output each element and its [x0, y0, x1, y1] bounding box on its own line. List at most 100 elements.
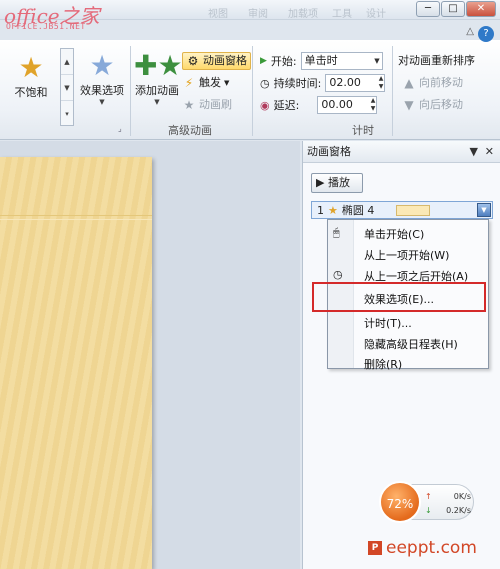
delay-row: ◉ 延迟: 00.00 ▲ ▼ [260, 96, 378, 114]
arrow-up-icon: ▲ [404, 76, 414, 90]
dialog-launcher-icon[interactable]: ⌟ [118, 124, 122, 133]
gallery-scroll[interactable]: ▲ ▼ ▾ [60, 48, 74, 126]
minimize-button[interactable]: ─ [416, 1, 440, 17]
group-separator [130, 46, 131, 136]
animation-painter-label: 动画刷 [199, 98, 232, 111]
upload-speed: 0K/s [453, 492, 471, 501]
start-select[interactable]: 单击时 ▼ [300, 52, 383, 70]
blue-star-icon: ★ [89, 49, 115, 82]
arrow-down-icon: ↓ [425, 506, 432, 515]
restore-button[interactable]: □ [441, 1, 465, 17]
animation-pane-icon: ⚙ [187, 54, 199, 68]
group-separator [392, 46, 393, 136]
menu-faint-0: 视图 [208, 9, 228, 20]
pane-close-icon[interactable]: ✕ [485, 141, 494, 163]
chevron-down-icon: ▼ [374, 57, 380, 65]
upload-row: ↑ 0K/s [425, 492, 471, 501]
animation-pane-label: 动画窗格 [203, 54, 247, 67]
item-index: 1 [317, 203, 324, 217]
play-label: 播放 [327, 176, 350, 189]
move-later-label: 向后移动 [419, 98, 463, 111]
duration-spinner[interactable]: 02.00 ▲ ▼ [325, 74, 386, 92]
play-button[interactable]: ▶ 播放 [311, 173, 363, 193]
timeline-bar [396, 204, 431, 216]
footer-url: eeppt.com [386, 538, 477, 558]
menu-item-hide-timeline[interactable]: 隐藏高级日程表(H) [364, 336, 458, 352]
animation-pane-button[interactable]: ⚙ 动画窗格 [182, 52, 251, 70]
move-earlier-button[interactable]: ▲ 向前移动 [402, 74, 463, 92]
start-row: ▶ 开始: 单击时 ▼ [260, 52, 383, 70]
clock-icon: ◷ [260, 76, 270, 90]
watermark-url: OFFICE.JB51.NET [6, 22, 86, 31]
move-later-button[interactable]: ▼ 向后移动 [402, 96, 463, 114]
menu-faint-3: 工具 [332, 9, 352, 20]
chevron-down-icon: ▼ [224, 79, 230, 87]
chevron-down-icon: ▼ [154, 98, 160, 106]
item-dropdown-icon[interactable]: ▼ [477, 203, 491, 217]
menu-faint-4: 设计 [366, 9, 386, 20]
add-animation-label: 添加动画 [135, 84, 179, 97]
play-triangle-icon: ▶ [260, 56, 267, 66]
ribbon: ★ 不饱和 ▲ ▼ ▾ ★ 效果选项 ▼ ⌟ ✚★ 添加动画 ▼ ⚙ 动画窗格 … [0, 40, 500, 140]
pane-title-bar: 动画窗格 ▼ ✕ [303, 141, 500, 163]
download-row: ↓ 0.2K/s [425, 506, 471, 515]
scroll-up-icon[interactable]: ▲ [61, 49, 73, 75]
usage-percent: 72% [379, 481, 421, 523]
slide-divider [0, 215, 152, 216]
slide-canvas[interactable] [0, 157, 152, 569]
slide-divider [0, 219, 152, 220]
spinner-arrows-icon[interactable]: ▲ ▼ [379, 75, 384, 91]
add-animation-button[interactable]: ✚★ 添加动画 ▼ [134, 49, 183, 107]
help-icon[interactable]: ? [478, 26, 494, 42]
menu-faint-1: 审阅 [248, 9, 268, 20]
download-speed: 0.2K/s [446, 506, 471, 515]
group-label-advanced: 高级动画 [168, 124, 212, 137]
item-name: 椭圆 4 [341, 204, 375, 217]
menu-item-with-previous[interactable]: 从上一项开始(W) [364, 247, 449, 263]
delay-label: 延迟: [273, 99, 300, 112]
duration-value: 02.00 [329, 76, 361, 89]
menu-item-remove[interactable]: 删除(R) [364, 356, 402, 372]
arrow-down-icon: ▼ [404, 98, 414, 112]
menu-item-on-click[interactable]: 单击开始(C) [364, 226, 424, 242]
chevron-down-icon: ▼ [99, 98, 105, 106]
network-meter[interactable]: 72% ↑ 0K/s ↓ 0.2K/s [379, 481, 474, 523]
arrow-up-icon: ↑ [425, 492, 432, 501]
footer-watermark: P eeppt.com [368, 538, 477, 558]
clock-icon: ◷ [333, 268, 343, 281]
gallery-item-desaturate[interactable]: ★ 不饱和 [4, 52, 58, 120]
delay-clock-icon: ◉ [260, 98, 270, 112]
gallery-more-icon[interactable]: ▾ [61, 101, 73, 127]
group-separator [252, 46, 253, 136]
start-value: 单击时 [304, 54, 338, 67]
menu-faint-2: 加载项 [288, 9, 318, 20]
add-star-icon: ✚★ [134, 49, 183, 82]
animation-painter-button[interactable]: ★ 动画刷 [182, 96, 232, 114]
delay-value: 00.00 [321, 98, 353, 111]
trigger-label: 触发 [199, 76, 221, 89]
start-label: 开始: [270, 55, 297, 68]
move-earlier-label: 向前移动 [419, 76, 463, 89]
reorder-title: 对动画重新排序 [398, 54, 475, 67]
gallery-label: 不饱和 [14, 86, 48, 99]
animation-list-item[interactable]: 1 ★ 椭圆 4 ▼ [311, 201, 493, 219]
pane-menu-icon[interactable]: ▼ [470, 141, 478, 163]
collapse-ribbon-icon[interactable]: △ [466, 26, 474, 37]
spinner-arrows-icon[interactable]: ▲ ▼ [371, 97, 376, 113]
lightning-icon: ⚡ [184, 76, 194, 90]
play-icon: ▶ [316, 176, 325, 189]
duration-row: ◷ 持续时间: 02.00 ▲ ▼ [260, 74, 386, 92]
effect-options-button[interactable]: ★ 效果选项 ▼ [78, 49, 126, 107]
group-label-timing: 计时 [352, 124, 374, 137]
painter-icon: ★ [183, 98, 195, 112]
menu-item-timing[interactable]: 计时(T)... [364, 315, 412, 331]
effect-options-label: 效果选项 [80, 84, 124, 97]
pane-title: 动画窗格 [307, 145, 351, 158]
trigger-button[interactable]: ⚡ 触发 ▼ [182, 74, 230, 92]
scroll-down-icon[interactable]: ▼ [61, 75, 73, 101]
close-button[interactable]: ✕ [466, 1, 496, 17]
gold-star-icon: ★ [18, 51, 44, 84]
mouse-click-icon: 🖱 [333, 226, 340, 239]
delay-spinner[interactable]: 00.00 ▲ ▼ [317, 96, 378, 114]
powerpoint-icon: P [368, 541, 382, 555]
